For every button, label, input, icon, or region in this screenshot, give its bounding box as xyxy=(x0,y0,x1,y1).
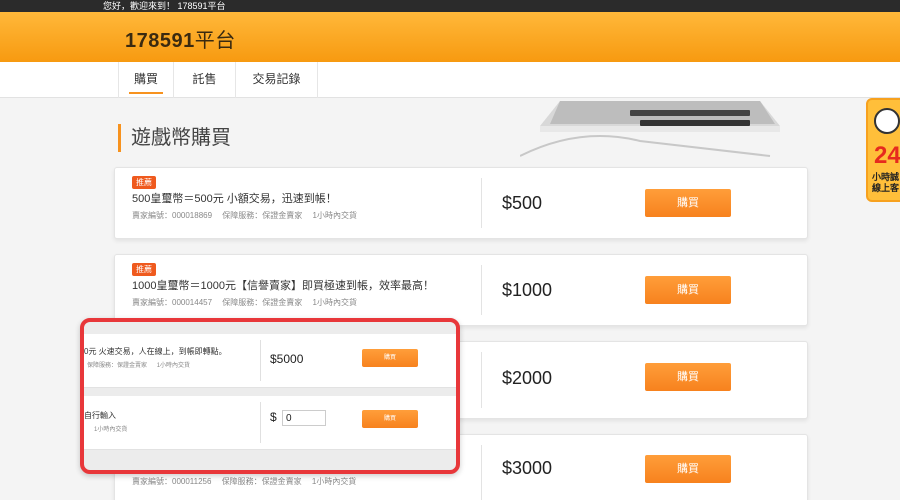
recommend-badge: 推薦 xyxy=(132,263,156,276)
listing-title[interactable]: 1000皇璽幣＝1000元【信譽賣家】即買極速到帳，效率最高！ xyxy=(132,277,434,293)
custom-amount-row: 自行輸入 1小時內交貨 $ 購買 xyxy=(84,396,456,450)
service: 保障服務：保證金賣家 xyxy=(222,477,302,486)
card-divider xyxy=(260,340,261,381)
seller-id-value: 000011256 xyxy=(172,477,212,486)
service-value: 保證金賣家 xyxy=(117,363,148,369)
service: 保障服務：保證金賣家 xyxy=(222,211,302,220)
zoomed-listing-title[interactable]: 0元 火速交易，人在線上，到帳即轉點。 xyxy=(84,346,227,357)
service: 保障服務：保證金賣家 xyxy=(222,298,302,307)
page-title: 遊戲幣購買 xyxy=(118,124,231,152)
tab-consign[interactable]: 託售 xyxy=(174,62,236,98)
card-divider xyxy=(481,352,482,408)
buy-button[interactable]: 購買 xyxy=(362,349,418,367)
listing-price: $2000 xyxy=(502,368,553,388)
seller-id: 賣家編號：000018869 xyxy=(132,211,212,220)
service-line-2: 線上客 xyxy=(872,183,900,193)
tab-buy[interactable]: 購買 xyxy=(118,62,174,98)
top-greeting-bar: 您好，歡迎來到！ 178591平台 xyxy=(0,0,900,12)
seller-label: 賣家編號： xyxy=(132,298,172,307)
service-hours-text: 小時誠 線上客 xyxy=(872,172,899,194)
card-divider xyxy=(481,265,482,315)
buy-button[interactable]: 購買 xyxy=(645,276,731,304)
delivery-time: 1小時內交貨 xyxy=(311,477,357,486)
agent-headset-icon xyxy=(874,108,900,134)
service-label: 保障服務： xyxy=(221,477,262,486)
listing-meta: 賣家編號：000014457 保障服務：保證金賣家 1小時內交貨 xyxy=(132,297,365,308)
delivery-time: 1小時內交貨 xyxy=(156,363,191,369)
custom-amount-title: 自行輸入 xyxy=(84,411,116,420)
highlight-zoom-box: 0元 火速交易，人在線上，到帳即轉點。 保障服務：保證金賣家 1小時內交貨 $5… xyxy=(80,318,460,474)
seller-label: 賣家編號： xyxy=(132,477,172,486)
service: 保障服務：保證金賣家 xyxy=(87,363,147,369)
page-title-text: 遊戲幣購買 xyxy=(131,127,231,149)
seller-id: 賣家編號：000014457 xyxy=(132,298,212,307)
laptop-illustration xyxy=(520,101,780,157)
listing-title[interactable]: 500皇璽幣＝500元 小額交易，迅速到帳！ xyxy=(132,190,337,206)
custom-amount-input[interactable] xyxy=(282,410,326,426)
card-divider xyxy=(481,445,482,500)
seller-id: 賣家編號：000011256 xyxy=(132,477,211,486)
logo-number: 178591 xyxy=(125,30,195,52)
service-value: 保證金賣家 xyxy=(262,211,303,220)
listing-card: 推薦 500皇璽幣＝500元 小額交易，迅速到帳！ 賣家編號：000018869… xyxy=(114,167,808,239)
service-label: 保障服務： xyxy=(87,363,118,369)
zoomed-listing-price: $5000 xyxy=(270,352,304,366)
tab-transactions-label: 交易記錄 xyxy=(252,72,301,86)
listing-price: $3000 xyxy=(502,458,553,478)
card-divider xyxy=(481,178,482,228)
tab-buy-label: 購買 xyxy=(133,72,158,86)
delivery-time: 1小時內交貨 xyxy=(312,211,357,220)
seller-id-value: 000018869 xyxy=(172,211,213,220)
service-value: 保證金賣家 xyxy=(261,477,302,486)
listing-price: $1000 xyxy=(502,280,553,300)
buy-button[interactable]: 購買 xyxy=(645,455,731,483)
zoomed-listing-meta: 保障服務：保證金賣家 1小時內交貨 xyxy=(87,360,198,369)
service-label: 保障服務： xyxy=(222,298,263,307)
custom-amount-meta: 1小時內交貨 xyxy=(94,424,135,433)
delivery-time: 1小時內交貨 xyxy=(312,298,357,307)
site-header: 178591平台 xyxy=(0,12,900,62)
listing-meta: 賣家編號：000018869 保障服務：保證金賣家 1小時內交貨 xyxy=(132,210,365,221)
buy-button[interactable]: 購買 xyxy=(645,363,731,391)
main-nav: 購買 託售 交易記錄 xyxy=(0,62,900,98)
tab-consign-label: 託售 xyxy=(192,72,217,86)
listing-card: 推薦 1000皇璽幣＝1000元【信譽賣家】即買極速到帳，效率最高！ 賣家編號：… xyxy=(114,254,808,326)
delivery-time: 1小時內交貨 xyxy=(94,427,128,433)
buy-button[interactable]: 購買 xyxy=(645,189,731,217)
zoomed-listing-row: 0元 火速交易，人在線上，到帳即轉點。 保障服務：保證金賣家 1小時內交貨 $5… xyxy=(84,334,456,388)
seller-id-value: 000014457 xyxy=(172,298,213,307)
currency-symbol: $ xyxy=(270,410,277,424)
customer-service-badge[interactable]: 24 小時誠 線上客 xyxy=(866,98,900,202)
listing-price: $500 xyxy=(502,193,543,213)
listing-meta: 賣家編號：000011256 保障服務：保證金賣家 1小時內交貨 xyxy=(132,476,364,487)
service-hours-number: 24 xyxy=(874,142,900,169)
greeting-text: 您好，歡迎來到！ 178591平台 xyxy=(103,1,226,11)
service-value: 保證金賣家 xyxy=(262,298,303,307)
recommend-badge: 推薦 xyxy=(132,176,156,189)
card-divider xyxy=(260,402,261,443)
service-label: 保障服務： xyxy=(222,211,263,220)
seller-label: 賣家編號： xyxy=(132,211,172,220)
tab-transactions[interactable]: 交易記錄 xyxy=(236,62,318,98)
site-logo[interactable]: 178591平台 xyxy=(125,24,236,53)
logo-suffix: 平台 xyxy=(194,30,236,52)
service-line-1: 小時誠 xyxy=(872,172,900,182)
buy-button[interactable]: 購買 xyxy=(362,410,418,428)
